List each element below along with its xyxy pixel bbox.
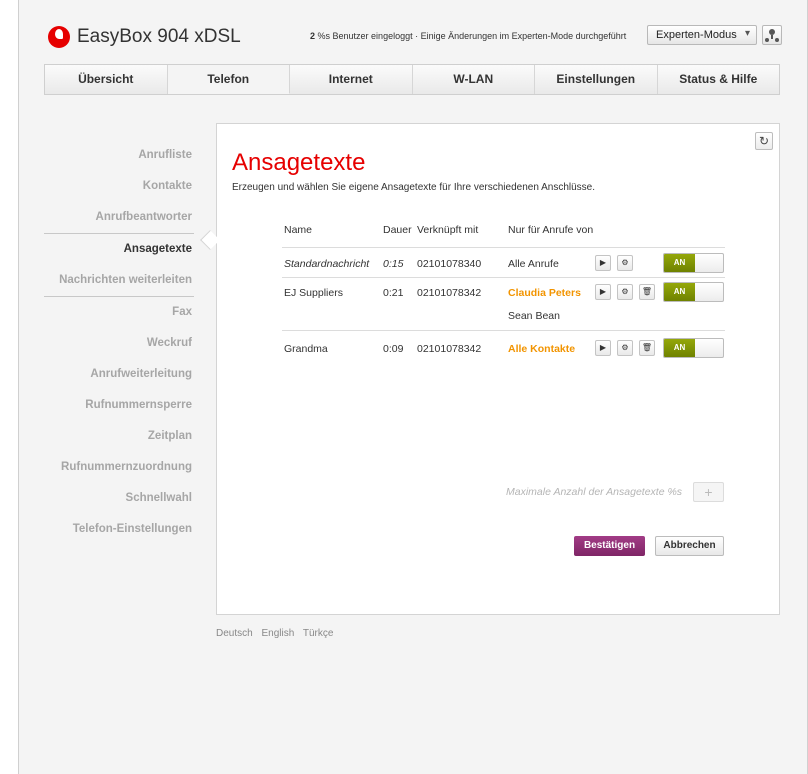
sidebar-item-anrufliste[interactable]: Anrufliste	[18, 140, 192, 171]
tab-uebersicht[interactable]: Übersicht	[45, 65, 168, 94]
page-description: Erzeugen und wählen Sie eigene Ansagetex…	[232, 182, 596, 193]
row-caller: Alle Anrufe	[508, 258, 559, 270]
confirm-button[interactable]: Bestätigen	[574, 536, 645, 556]
toggle-on-label: AN	[664, 254, 695, 272]
language-link-tuerkce[interactable]: Türkçe	[303, 628, 334, 639]
user-icon	[765, 29, 779, 42]
column-header-verknuepft: Verknüpft mit	[417, 224, 479, 236]
add-button[interactable]: +	[693, 482, 724, 502]
row-name: EJ Suppliers	[284, 287, 343, 299]
play-icon: ▶	[599, 258, 607, 267]
sidebar-item-kontakte[interactable]: Kontakte	[18, 171, 192, 202]
row-caller-link[interactable]: Claudia Peters	[508, 287, 581, 299]
max-count-text: Maximale Anzahl der Ansagetexte %s	[506, 486, 683, 498]
table-divider	[282, 247, 725, 248]
sidebar-item-weckruf[interactable]: Weckruf	[18, 328, 192, 359]
user-count: 2	[310, 31, 316, 41]
column-header-name: Name	[284, 224, 313, 236]
sidebar: Anrufliste Kontakte Anrufbeantworter Ans…	[18, 140, 194, 545]
language-link-english[interactable]: English	[261, 628, 294, 639]
mode-select[interactable]: Experten-Modus ▾	[647, 25, 757, 45]
row-divider	[282, 277, 725, 278]
tab-internet[interactable]: Internet	[290, 65, 413, 94]
cancel-button[interactable]: Abbrechen	[655, 536, 724, 556]
page-title: Ansagetexte	[232, 149, 366, 176]
status-toggle[interactable]: AN	[663, 253, 724, 273]
user-button[interactable]	[762, 25, 782, 45]
toggle-on-label: AN	[664, 339, 695, 357]
settings-button[interactable]: ⚙	[617, 340, 633, 356]
vodafone-logo-icon	[48, 26, 70, 48]
language-link-deutsch[interactable]: Deutsch	[216, 628, 253, 639]
play-button[interactable]: ▶	[595, 340, 611, 356]
chevron-down-icon: ▾	[744, 28, 750, 39]
play-button[interactable]: ▶	[595, 284, 611, 300]
row-linked-number: 02101078342	[417, 287, 482, 299]
refresh-button[interactable]: ↻	[755, 132, 773, 150]
gears-icon: ⚙	[621, 258, 629, 267]
row-name: Standardnachricht	[284, 258, 370, 270]
sidebar-item-ansagetexte[interactable]: Ansagetexte	[18, 234, 192, 265]
settings-button[interactable]: ⚙	[617, 284, 633, 300]
status-toggle[interactable]: AN	[663, 338, 724, 358]
row-duration: 0:15	[383, 258, 404, 270]
row-caller-link[interactable]: Alle Kontakte	[508, 343, 575, 355]
row-name: Grandma	[284, 343, 328, 355]
play-button[interactable]: ▶	[595, 255, 611, 271]
row-linked-number: 02101078340	[417, 258, 482, 270]
language-links: Deutsch English Türkçe	[216, 628, 339, 639]
delete-button[interactable]: 🗑	[639, 284, 655, 300]
mode-select-value: Experten-Modus	[656, 29, 737, 41]
tab-wlan[interactable]: W-LAN	[413, 65, 535, 94]
sidebar-item-anrufbeantworter[interactable]: Anrufbeantworter	[18, 202, 192, 233]
sidebar-item-rufnummernzuordnung[interactable]: Rufnummernzuordnung	[18, 452, 192, 483]
delete-button[interactable]: 🗑	[639, 340, 655, 356]
sidebar-item-telefon-einstellungen[interactable]: Telefon-Einstellungen	[18, 514, 192, 545]
column-header-dauer: Dauer	[383, 224, 412, 236]
login-status: 2 %s Benutzer eingeloggt · Einige Änderu…	[310, 31, 626, 41]
product-title: EasyBox 904 xDSL	[77, 26, 241, 47]
status-toggle[interactable]: AN	[663, 282, 724, 302]
sidebar-item-zeitplan[interactable]: Zeitplan	[18, 421, 192, 452]
tab-telefon[interactable]: Telefon	[167, 65, 290, 94]
tab-einstellungen[interactable]: Einstellungen	[535, 65, 658, 94]
play-icon: ▶	[599, 287, 607, 296]
sidebar-item-nachrichten-weiterleiten[interactable]: Nachrichten weiterleiten	[18, 265, 192, 296]
sidebar-item-schnellwahl[interactable]: Schnellwahl	[18, 483, 192, 514]
row-duration: 0:21	[383, 287, 404, 299]
plus-icon: +	[704, 484, 713, 500]
settings-button[interactable]: ⚙	[617, 255, 633, 271]
main-tabs: Übersicht Telefon Internet W-LAN Einstel…	[44, 64, 780, 95]
play-icon: ▶	[599, 343, 607, 352]
row-duration: 0:09	[383, 343, 404, 355]
gears-icon: ⚙	[621, 343, 629, 352]
row-divider	[282, 330, 725, 331]
toggle-on-label: AN	[664, 283, 695, 301]
sidebar-item-anrufweiterleitung[interactable]: Anrufweiterleitung	[18, 359, 192, 390]
trash-icon: 🗑	[641, 343, 653, 352]
sidebar-item-rufnummernsperre[interactable]: Rufnummernsperre	[18, 390, 192, 421]
tab-status-hilfe[interactable]: Status & Hilfe	[658, 65, 780, 94]
status-message: %s Benutzer eingeloggt · Einige Änderung…	[317, 31, 627, 41]
sidebar-item-fax[interactable]: Fax	[18, 297, 192, 328]
trash-icon: 🗑	[641, 287, 653, 296]
gears-icon: ⚙	[621, 287, 629, 296]
refresh-icon: ↻	[758, 134, 770, 148]
column-header-callers: Nur für Anrufe von	[508, 224, 594, 236]
row-linked-number: 02101078342	[417, 343, 482, 355]
row-caller: Sean Bean	[508, 310, 560, 322]
